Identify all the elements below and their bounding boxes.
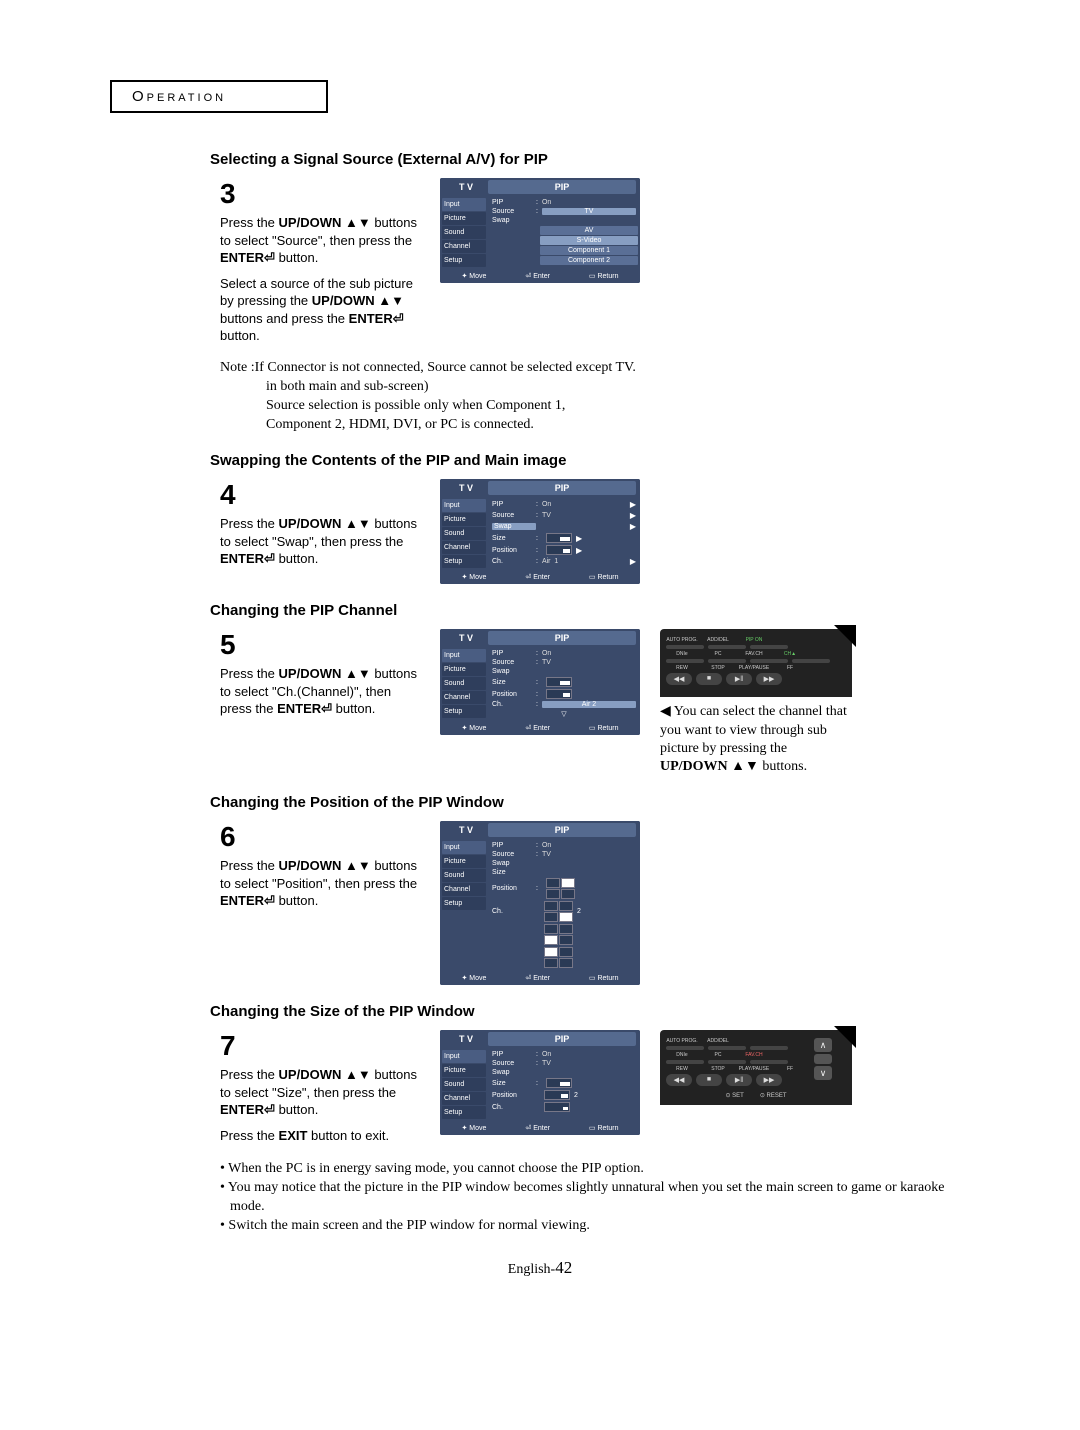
step-number: 3 — [220, 178, 420, 210]
subhead-3: Selecting a Signal Source (External A/V)… — [210, 151, 970, 168]
step-number: 4 — [220, 479, 420, 511]
osd-menu-position: T VPIP Input Picture Sound Channel Setup… — [440, 821, 640, 985]
down-icon: ∨ — [814, 1066, 832, 1080]
osd-menu-swap: T VPIP Input Picture Sound Channel Setup… — [440, 479, 640, 584]
section-label: Operation — [132, 88, 226, 105]
step-number: 7 — [220, 1030, 420, 1062]
step-6: 6 Press the UP/DOWN ▲▼ buttons to select… — [220, 821, 970, 985]
step-text: Press the UP/DOWN ▲▼ buttons to select "… — [220, 214, 420, 267]
step-text: Press the UP/DOWN ▲▼ buttons to select "… — [220, 665, 420, 718]
step-number: 5 — [220, 629, 420, 661]
remote-caption: ◀ You can select the channel that you wa… — [660, 703, 850, 776]
remote-diagram: AUTO PROG.ADD/DELPIP ON DNIePCFAV.CHCH▲ … — [660, 629, 852, 697]
subhead-7: Changing the Size of the PIP Window — [210, 1003, 970, 1020]
step-text: Press the UP/DOWN ▲▼ buttons to select "… — [220, 1066, 420, 1119]
step-3: 3 Press the UP/DOWN ▲▼ buttons to select… — [220, 178, 970, 345]
osd-menu-channel: T VPIP Input Picture Sound Channel Setup… — [440, 629, 640, 735]
step-5: 5 Press the UP/DOWN ▲▼ buttons to select… — [220, 629, 970, 776]
step-number: 6 — [220, 821, 420, 853]
manual-page: Operation Selecting a Signal Source (Ext… — [0, 0, 1080, 1430]
page-footer: English-42 — [110, 1258, 970, 1278]
osd-menu-source: T VPIP Input Picture Sound Channel Setup… — [440, 178, 640, 283]
step-7: 7 Press the UP/DOWN ▲▼ buttons to select… — [220, 1030, 970, 1144]
subhead-6: Changing the Position of the PIP Window — [210, 794, 970, 811]
step-text: Press the UP/DOWN ▲▼ buttons to select "… — [220, 515, 420, 568]
osd-menu-size: T VPIP Input Picture Sound Channel Setup… — [440, 1030, 640, 1135]
subhead-5: Changing the PIP Channel — [210, 602, 970, 619]
section-box: Operation — [110, 80, 328, 113]
step-text: Press the UP/DOWN ▲▼ buttons to select "… — [220, 857, 420, 910]
subhead-4: Swapping the Contents of the PIP and Mai… — [210, 452, 970, 469]
note-block: Note :If Connector is not connected, Sou… — [220, 359, 970, 435]
step-text: Select a source of the sub picture by pr… — [220, 275, 420, 345]
step-4: 4 Press the UP/DOWN ▲▼ buttons to select… — [220, 479, 970, 584]
remote-diagram-2: ∧ ∨ AUTO PROG.ADD/DEL DNIePCFAV.CH REWST… — [660, 1030, 852, 1105]
up-icon: ∧ — [814, 1038, 832, 1052]
bullet-notes: • When the PC is in energy saving mode, … — [220, 1160, 970, 1236]
step-text: Press the EXIT button to exit. — [220, 1127, 420, 1145]
